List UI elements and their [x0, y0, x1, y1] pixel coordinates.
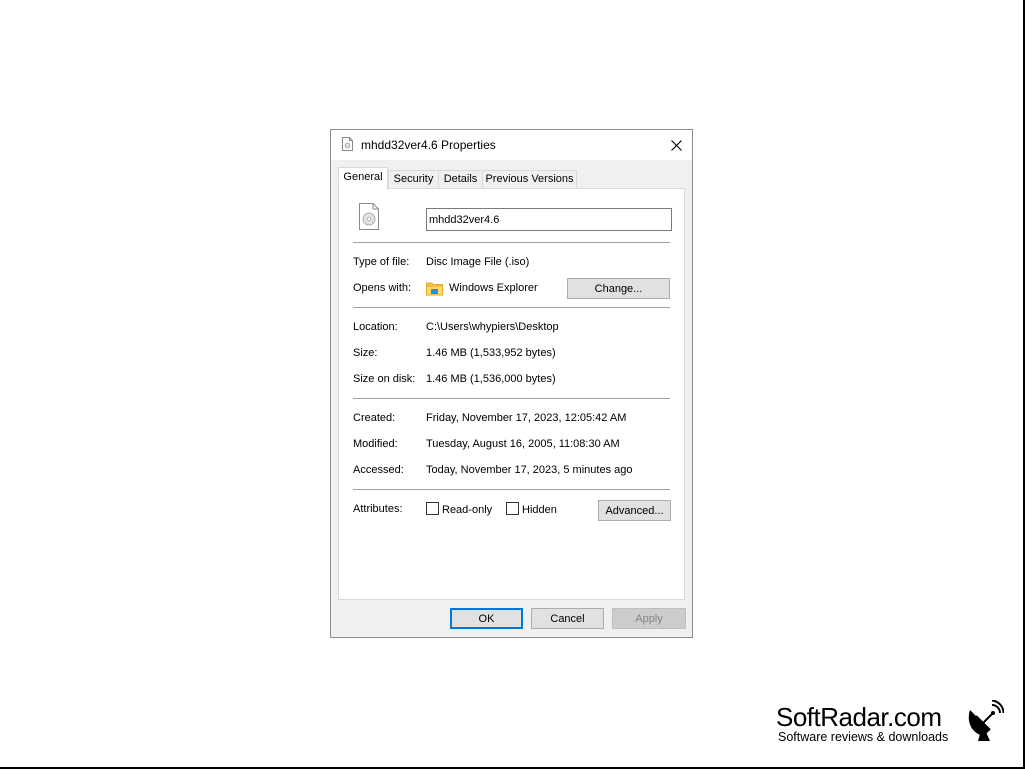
properties-dialog: mhdd32ver4.6 Properties General Security…	[330, 129, 693, 638]
created-label: Created:	[353, 412, 396, 424]
watermark-title: SoftRadar.com	[776, 702, 942, 732]
general-panel: Type of file: Disc Image File (.iso) Ope…	[338, 188, 685, 600]
close-icon	[670, 139, 682, 151]
satellite-dish-icon	[968, 700, 1004, 741]
modified-value: Tuesday, August 16, 2005, 11:08:30 AM	[426, 438, 620, 450]
read-only-label[interactable]: Read-only	[442, 504, 492, 516]
opens-with-label: Opens with:	[353, 282, 412, 294]
hidden-checkbox[interactable]	[506, 502, 519, 515]
separator	[353, 398, 670, 399]
size-value: 1.46 MB (1,533,952 bytes)	[426, 347, 556, 359]
type-of-file-label: Type of file:	[353, 256, 410, 268]
size-label: Size:	[353, 347, 378, 359]
accessed-value: Today, November 17, 2023, 5 minutes ago	[426, 464, 633, 476]
cancel-button[interactable]: Cancel	[531, 608, 604, 629]
hidden-label[interactable]: Hidden	[522, 504, 557, 516]
close-button[interactable]	[660, 130, 692, 160]
disc-image-file-icon	[359, 203, 379, 230]
advanced-button[interactable]: Advanced...	[598, 500, 671, 521]
tab-details[interactable]: Details	[438, 170, 483, 189]
read-only-checkbox[interactable]	[426, 502, 439, 515]
file-name-input[interactable]	[426, 208, 672, 231]
file-icon	[342, 137, 353, 151]
folder-icon	[426, 282, 443, 296]
created-value: Friday, November 17, 2023, 12:05:42 AM	[426, 412, 627, 424]
size-on-disk-label: Size on disk:	[353, 373, 416, 385]
title-bar[interactable]: mhdd32ver4.6 Properties	[331, 130, 692, 160]
dialog-title: mhdd32ver4.6 Properties	[361, 138, 496, 152]
type-of-file-value: Disc Image File (.iso)	[426, 256, 530, 268]
attributes-label: Attributes:	[353, 503, 403, 515]
accessed-label: Accessed:	[353, 464, 404, 476]
ok-button[interactable]: OK	[450, 608, 523, 629]
watermark-subtitle: Software reviews & downloads	[778, 730, 949, 744]
size-on-disk-value: 1.46 MB (1,536,000 bytes)	[426, 373, 556, 385]
separator	[353, 242, 670, 243]
location-label: Location:	[353, 321, 398, 333]
tab-general[interactable]: General	[338, 167, 388, 190]
tab-security[interactable]: Security	[388, 170, 439, 189]
separator	[353, 307, 670, 308]
tab-previous-versions[interactable]: Previous Versions	[482, 170, 577, 189]
opens-with-value: Windows Explorer	[449, 282, 538, 294]
change-button[interactable]: Change...	[567, 278, 670, 299]
location-value: C:\Users\whypiers\Desktop	[426, 321, 559, 333]
separator	[353, 489, 670, 490]
modified-label: Modified:	[353, 438, 398, 450]
apply-button[interactable]: Apply	[612, 608, 686, 629]
